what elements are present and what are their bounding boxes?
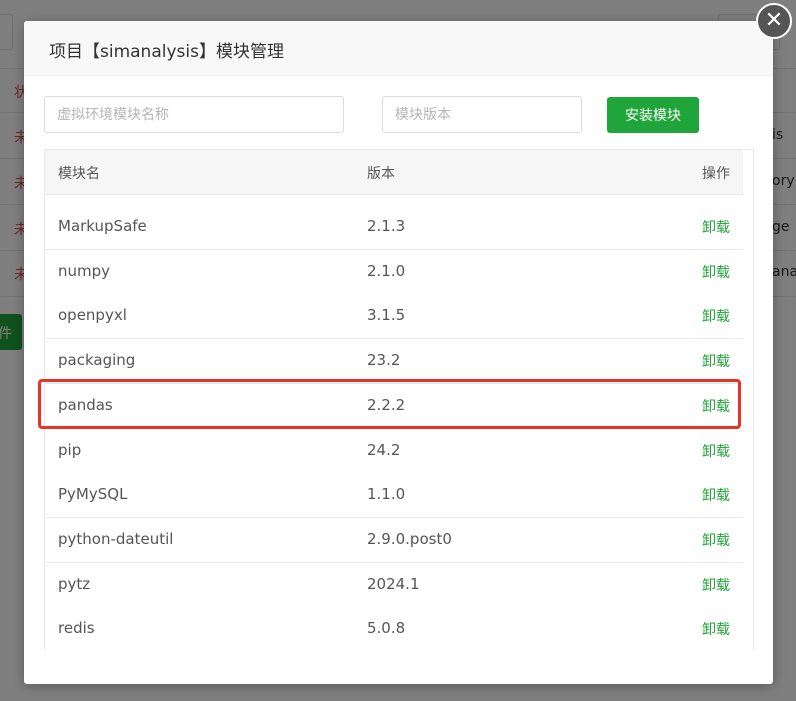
uninstall-link[interactable]: 卸载 (702, 217, 730, 237)
table-row: pandas 2.2.2 卸载 (45, 383, 743, 429)
table-row: MarkupSafe 2.1.3 卸载 (45, 205, 743, 250)
module-version-cell: 2.2.2 (367, 395, 406, 414)
module-name-cell: pandas (58, 395, 113, 414)
module-version-cell: 3.1.5 (367, 306, 406, 325)
module-version-cell: 2.1.3 (367, 217, 406, 235)
uninstall-link[interactable]: 卸载 (702, 306, 730, 326)
column-header-action: 操作 (702, 166, 730, 182)
close-icon: ✕ (764, 8, 784, 33)
module-version-cell: 2024.1 (367, 574, 420, 593)
module-name-cell: MarkupSafe (58, 217, 147, 235)
module-name-cell: packaging (58, 351, 136, 370)
module-name-cell: redis (58, 619, 95, 638)
table-row: openpyxl 3.1.5 卸载 (45, 294, 743, 340)
table-row: python-dateutil 2.9.0.post0 卸载 (45, 517, 743, 563)
module-name-cell: pip (58, 440, 82, 459)
dialog-title: 项目【simanalysis】模块管理 (49, 42, 284, 62)
uninstall-link[interactable]: 卸载 (702, 262, 730, 282)
module-version-cell: 2.9.0.post0 (367, 529, 452, 548)
uninstall-link[interactable]: 卸载 (702, 575, 730, 595)
column-header-name: 模块名 (58, 166, 100, 182)
table-header: 模块名 版本 操作 (45, 150, 743, 195)
module-name-cell: pytz (58, 574, 91, 593)
module-version-cell: 1.1.0 (367, 485, 406, 504)
module-version-input[interactable] (382, 96, 582, 133)
table-row: redis 5.0.8 卸载 (45, 607, 743, 650)
table-row: packaging 23.2 卸载 (45, 339, 743, 385)
module-name-input[interactable] (44, 96, 344, 133)
uninstall-link[interactable]: 卸载 (702, 396, 730, 416)
uninstall-link[interactable]: 卸载 (702, 351, 730, 371)
module-name-cell: python-dateutil (58, 529, 174, 548)
table-scrollbar[interactable] (743, 194, 753, 650)
column-header-version: 版本 (367, 166, 395, 182)
module-table[interactable]: 模块名 版本 操作 MarkupSafe 2.1.3 卸载 numpy 2.1.0 卸载 o… (44, 149, 754, 650)
uninstall-link[interactable]: 卸载 (702, 441, 730, 461)
module-version-cell: 5.0.8 (367, 619, 406, 638)
module-name-cell: numpy (58, 261, 111, 280)
table-row: numpy 2.1.0 卸载 (45, 249, 743, 295)
module-version-cell: 24.2 (367, 440, 401, 459)
module-manager-dialog: 项目【simanalysis】模块管理 安装模块 模块名 版本 操作 Marku… (24, 21, 773, 684)
module-name-cell: openpyxl (58, 306, 127, 325)
uninstall-link[interactable]: 卸载 (702, 619, 730, 639)
table-row: pip 24.2 卸载 (45, 428, 743, 474)
table-row: pytz 2024.1 卸载 (45, 562, 743, 608)
close-dialog-button[interactable]: ✕ (756, 3, 792, 39)
uninstall-link[interactable]: 卸载 (702, 485, 730, 505)
uninstall-link[interactable]: 卸载 (702, 530, 730, 550)
table-row: PyMySQL 1.1.0 卸载 (45, 473, 743, 519)
module-name-cell: PyMySQL (58, 485, 128, 504)
module-version-cell: 23.2 (367, 351, 401, 370)
install-module-button[interactable]: 安装模块 (607, 97, 699, 133)
module-version-cell: 2.1.0 (367, 261, 406, 280)
